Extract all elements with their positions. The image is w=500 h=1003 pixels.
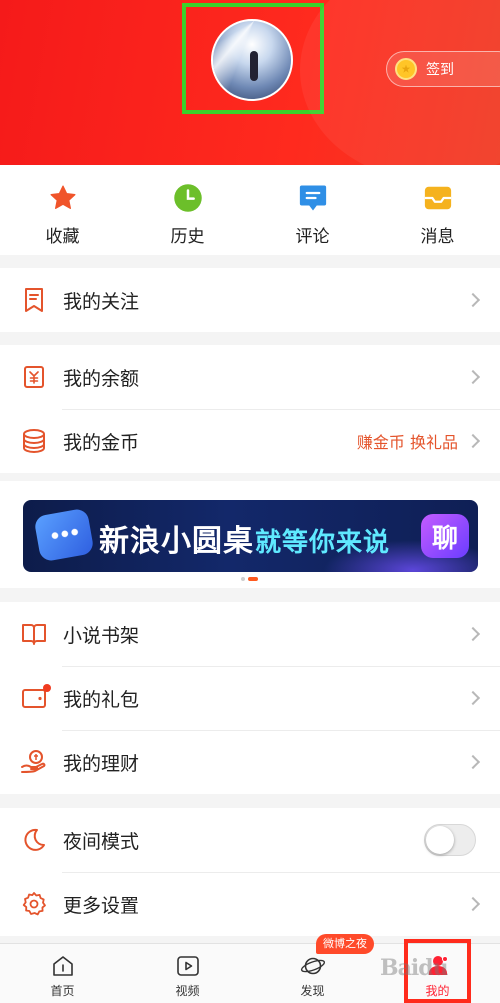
signin-button[interactable]: 签到 [386, 51, 500, 87]
comment-icon [297, 182, 329, 214]
quick-comments[interactable]: 评论 [250, 165, 375, 255]
star-icon [47, 182, 79, 214]
tab-label: 首页 [50, 984, 75, 998]
inbox-icon [422, 182, 454, 214]
profile-header: 签到 [0, 0, 500, 165]
quick-label: 历史 [170, 227, 205, 247]
menu-row-coins[interactable]: 我的金币 赚金币 换礼品 [0, 409, 500, 473]
carousel-indicator [241, 577, 258, 581]
menu-label: 我的礼包 [63, 688, 140, 711]
money-hand-icon [20, 748, 48, 776]
menu-label: 我的余额 [63, 367, 140, 390]
tab-label: 视频 [175, 984, 200, 998]
profile-page: 签到 收藏 历史 评论 消息 我的关注 我的余额 我的金币 赚金币 换礼品 新浪… [0, 0, 500, 1003]
chevron-right-icon [465, 896, 481, 912]
planet-icon [300, 953, 326, 979]
bookmark-icon [20, 286, 48, 314]
night-mode-toggle[interactable] [424, 824, 476, 856]
section-follow: 我的关注 [0, 268, 500, 332]
discover-badge: 微博之夜 [316, 934, 374, 954]
gift-wallet-icon [20, 684, 51, 712]
menu-label: 我的关注 [63, 290, 140, 313]
banner-subtitle: 就等你来说 [255, 528, 391, 558]
tab-discover[interactable]: 微博之夜 发现 [250, 934, 375, 1003]
coin-stack-icon [20, 427, 48, 455]
banner-chip: 聊 [421, 514, 469, 558]
quick-actions: 收藏 历史 评论 消息 [0, 165, 500, 255]
banner-title: 新浪小圆桌 [99, 524, 254, 559]
quick-history[interactable]: 历史 [125, 165, 250, 255]
avatar-highlight-frame [182, 3, 324, 114]
quick-label: 消息 [420, 227, 455, 247]
tab-label: 发现 [300, 984, 325, 998]
gear-icon [20, 890, 48, 918]
chevron-right-icon [465, 433, 481, 449]
menu-label: 我的金币 [63, 431, 140, 454]
coin-icon [395, 58, 417, 80]
video-icon [175, 953, 201, 979]
menu-label: 我的理财 [63, 752, 140, 775]
menu-row-night-mode: 夜间模式 [0, 808, 500, 872]
quick-label: 收藏 [45, 227, 80, 247]
quick-messages[interactable]: 消息 [375, 165, 500, 255]
watermark: Baidu [380, 955, 449, 981]
tab-video[interactable]: 视频 [125, 944, 250, 1003]
chevron-right-icon [465, 626, 481, 642]
menu-row-finance[interactable]: 我的理财 [0, 730, 500, 794]
menu-row-gift[interactable]: 我的礼包 [0, 666, 500, 730]
clock-icon [172, 182, 204, 214]
menu-label: 更多设置 [63, 894, 140, 917]
chevron-right-icon [465, 754, 481, 770]
menu-row-follow[interactable]: 我的关注 [0, 268, 500, 332]
menu-row-balance[interactable]: 我的余额 [0, 345, 500, 409]
book-icon [20, 620, 48, 648]
wallet-icon [20, 363, 48, 391]
banner-section: 新浪小圆桌 就等你来说 聊 [0, 481, 500, 588]
notification-dot [43, 684, 51, 692]
section-services: 小说书架 我的礼包 我的理财 [0, 602, 500, 794]
section-wallet: 我的余额 我的金币 赚金币 换礼品 [0, 345, 500, 473]
chevron-right-icon [465, 292, 481, 308]
avatar[interactable] [211, 19, 293, 101]
signin-label: 签到 [426, 62, 454, 78]
moon-icon [20, 826, 48, 854]
section-settings: 夜间模式 更多设置 [0, 808, 500, 936]
quick-favorites[interactable]: 收藏 [0, 165, 125, 255]
chevron-right-icon [465, 369, 481, 385]
menu-row-novel[interactable]: 小说书架 [0, 602, 500, 666]
tab-home[interactable]: 首页 [0, 944, 125, 1003]
coins-promo-link[interactable]: 赚金币 换礼品 [357, 429, 458, 453]
home-icon [50, 953, 76, 979]
quick-label: 评论 [295, 227, 330, 247]
chat-bubble-icon [33, 507, 95, 563]
chevron-right-icon [465, 690, 481, 706]
menu-label: 夜间模式 [63, 830, 140, 853]
promo-banner[interactable]: 新浪小圆桌 就等你来说 聊 [23, 500, 478, 572]
menu-label: 小说书架 [63, 624, 140, 647]
menu-row-more-settings[interactable]: 更多设置 [0, 872, 500, 936]
